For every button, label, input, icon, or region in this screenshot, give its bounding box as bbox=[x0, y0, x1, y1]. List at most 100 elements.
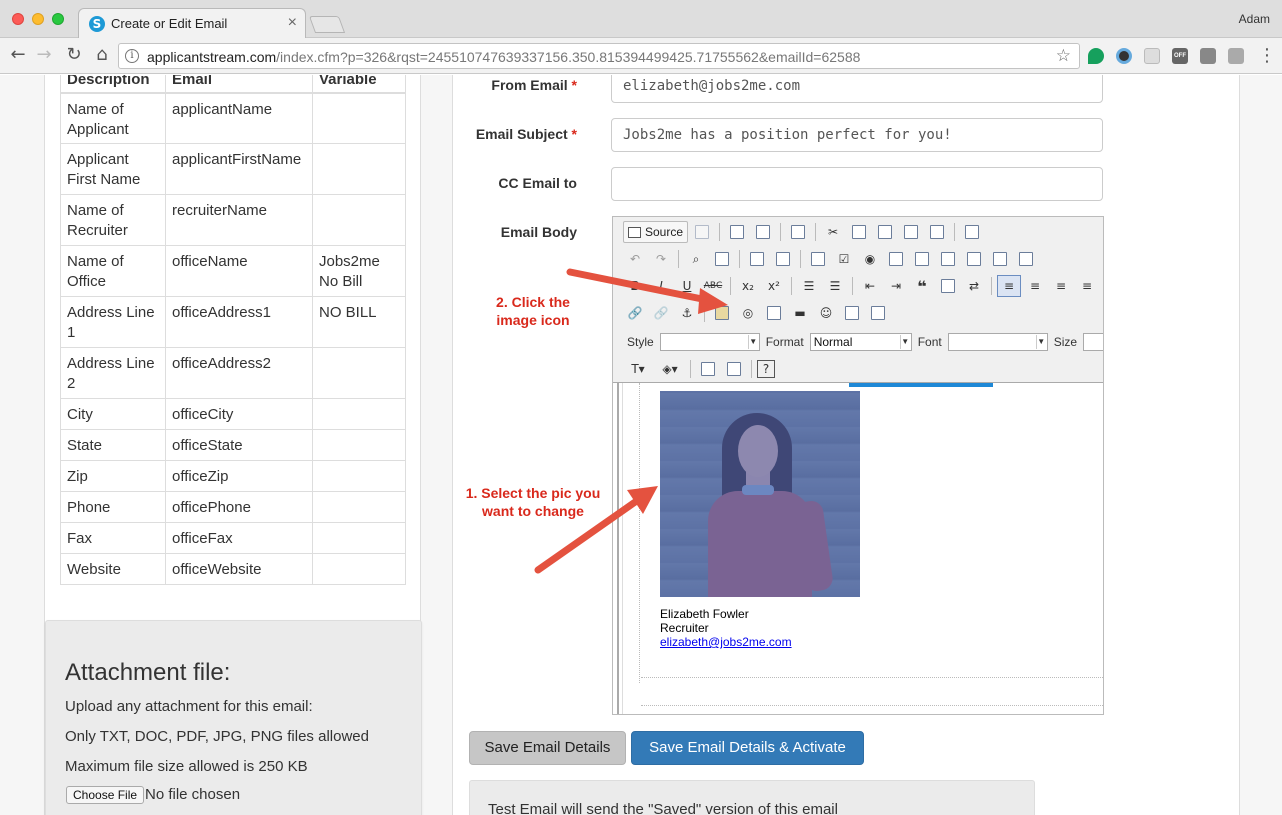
form-icon[interactable] bbox=[806, 248, 830, 270]
blockquote-icon[interactable]: ❝ bbox=[910, 275, 934, 297]
table-row: Zip officeZip bbox=[60, 460, 406, 492]
page-break-icon[interactable] bbox=[866, 302, 890, 324]
extension-camera-icon[interactable] bbox=[1116, 48, 1132, 64]
variables-table: Description Email Variable Name of Appli… bbox=[60, 75, 406, 585]
format-select[interactable]: Normal ▼ bbox=[809, 333, 912, 351]
image-button-icon[interactable] bbox=[988, 248, 1012, 270]
subscript-icon[interactable]: x₂ bbox=[736, 275, 760, 297]
cc-email-input[interactable] bbox=[611, 167, 1103, 201]
numbered-list-icon[interactable]: ☰ bbox=[797, 275, 821, 297]
site-info-icon[interactable]: i bbox=[125, 49, 139, 63]
bookmark-star-icon[interactable]: ☆ bbox=[1056, 46, 1071, 66]
background-color-icon[interactable]: ◈▾ bbox=[655, 358, 685, 380]
back-arrow-icon[interactable]: ← bbox=[6, 44, 30, 65]
hidden-field-icon[interactable] bbox=[1014, 248, 1038, 270]
checkbox-icon[interactable]: ☑ bbox=[832, 248, 856, 270]
copy-icon[interactable] bbox=[847, 221, 871, 243]
superscript-icon[interactable]: x² bbox=[762, 275, 786, 297]
undo-icon[interactable]: ↶ bbox=[623, 248, 647, 270]
select-all-icon[interactable] bbox=[745, 248, 769, 270]
extension-b-icon[interactable] bbox=[1144, 48, 1160, 64]
save-email-details-button[interactable]: Save Email Details bbox=[469, 731, 626, 765]
extension-inbox-icon[interactable] bbox=[1228, 48, 1244, 64]
redo-icon[interactable]: ↷ bbox=[649, 248, 673, 270]
toolbar-separator bbox=[739, 250, 740, 268]
button-field-icon[interactable] bbox=[962, 248, 986, 270]
email-subject-input[interactable]: Jobs2me has a position perfect for you! bbox=[611, 118, 1103, 152]
browser-menu-icon[interactable]: ⋮ bbox=[1258, 45, 1276, 66]
link-icon[interactable]: 🔗 bbox=[623, 302, 647, 324]
paste-icon[interactable] bbox=[873, 221, 897, 243]
paste-word-icon[interactable] bbox=[925, 221, 949, 243]
templates-icon[interactable] bbox=[786, 221, 810, 243]
outdent-icon[interactable]: ⇤ bbox=[858, 275, 882, 297]
select-field-icon[interactable] bbox=[936, 248, 960, 270]
font-select[interactable]: ▼ bbox=[947, 333, 1048, 351]
choose-file-button[interactable]: Choose File bbox=[66, 786, 145, 804]
extension-square-icon[interactable] bbox=[1200, 48, 1216, 64]
editor-content-area[interactable]: Elizabeth Fowler Recruiter elizabeth@job… bbox=[613, 383, 1103, 714]
unlink-icon[interactable]: 🔗 bbox=[649, 302, 673, 324]
image-icon[interactable] bbox=[710, 302, 734, 324]
new-tab-button[interactable] bbox=[308, 16, 346, 33]
align-right-icon[interactable]: ≡ bbox=[1049, 275, 1073, 297]
save-and-activate-button[interactable]: Save Email Details & Activate bbox=[631, 731, 864, 765]
save-doc-icon[interactable] bbox=[690, 221, 714, 243]
horizontal-rule-icon[interactable]: ▬ bbox=[788, 302, 812, 324]
source-button[interactable]: Source bbox=[623, 221, 689, 243]
reload-icon[interactable]: ↻ bbox=[62, 44, 86, 65]
window-close-button[interactable] bbox=[12, 13, 24, 25]
window-maximize-button[interactable] bbox=[52, 13, 64, 25]
indent-icon[interactable]: ⇥ bbox=[884, 275, 908, 297]
profile-name[interactable]: Adam bbox=[1239, 12, 1270, 26]
anchor-icon[interactable]: ⚓ bbox=[675, 302, 699, 324]
bold-icon[interactable]: B bbox=[623, 275, 647, 297]
div-container-icon[interactable] bbox=[936, 275, 960, 297]
table-icon[interactable] bbox=[762, 302, 786, 324]
browser-tab-active[interactable]: S Create or Edit Email × bbox=[78, 8, 306, 39]
size-select[interactable] bbox=[1083, 333, 1103, 351]
flash-icon[interactable]: ◎ bbox=[736, 302, 760, 324]
style-select[interactable]: ▼ bbox=[659, 333, 760, 351]
strikethrough-icon[interactable]: ABC bbox=[701, 275, 725, 297]
recruiter-photo[interactable] bbox=[660, 391, 860, 597]
extension-off-icon[interactable]: OFF bbox=[1172, 48, 1188, 64]
textarea-icon[interactable] bbox=[910, 248, 934, 270]
special-char-icon[interactable] bbox=[840, 302, 864, 324]
radio-icon[interactable]: ◉ bbox=[858, 248, 882, 270]
text-color-icon[interactable]: T▾ bbox=[623, 358, 653, 380]
new-page-icon[interactable] bbox=[725, 221, 749, 243]
address-bar[interactable]: i applicantstream.com/index.cfm?p=326&rq… bbox=[118, 43, 1080, 69]
print-icon[interactable] bbox=[960, 221, 984, 243]
maximize-icon[interactable] bbox=[696, 358, 720, 380]
home-icon[interactable]: ⌂ bbox=[90, 44, 114, 65]
url-text[interactable]: applicantstream.com/index.cfm?p=326&rqst… bbox=[147, 49, 860, 65]
from-email-input[interactable]: elizabeth@jobs2me.com bbox=[611, 75, 1103, 103]
underline-icon[interactable]: U bbox=[675, 275, 699, 297]
align-center-icon[interactable]: ≡ bbox=[1023, 275, 1047, 297]
extension-grammarly-icon[interactable] bbox=[1088, 48, 1104, 64]
remove-format-icon[interactable] bbox=[771, 248, 795, 270]
smiley-icon[interactable]: ☺ bbox=[814, 302, 838, 324]
align-left-icon[interactable]: ≡ bbox=[997, 275, 1021, 297]
table-row: Name of Office officeName Jobs2me No Bill bbox=[60, 245, 406, 297]
show-blocks-icon[interactable] bbox=[722, 358, 746, 380]
cell-variable: Jobs2me No Bill bbox=[312, 245, 406, 297]
window-minimize-button[interactable] bbox=[32, 13, 44, 25]
signature-email-link[interactable]: elizabeth@jobs2me.com bbox=[660, 635, 792, 649]
justify-icon[interactable]: ≡ bbox=[1075, 275, 1099, 297]
cut-icon[interactable]: ✂ bbox=[821, 221, 845, 243]
bulleted-list-icon[interactable]: ☰ bbox=[823, 275, 847, 297]
toolbar-separator bbox=[719, 223, 721, 241]
forward-arrow-icon[interactable]: → bbox=[32, 44, 56, 65]
help-icon[interactable]: ? bbox=[757, 360, 775, 378]
preview-icon[interactable] bbox=[751, 221, 775, 243]
italic-icon[interactable]: I bbox=[649, 275, 673, 297]
signature-title: Recruiter bbox=[660, 621, 709, 635]
paste-text-icon[interactable] bbox=[899, 221, 923, 243]
tab-close-icon[interactable]: × bbox=[288, 14, 297, 32]
bidi-icon[interactable]: ⇄ bbox=[962, 275, 986, 297]
replace-icon[interactable] bbox=[710, 248, 734, 270]
find-icon[interactable]: ⌕ bbox=[684, 248, 708, 270]
textfield-icon[interactable] bbox=[884, 248, 908, 270]
